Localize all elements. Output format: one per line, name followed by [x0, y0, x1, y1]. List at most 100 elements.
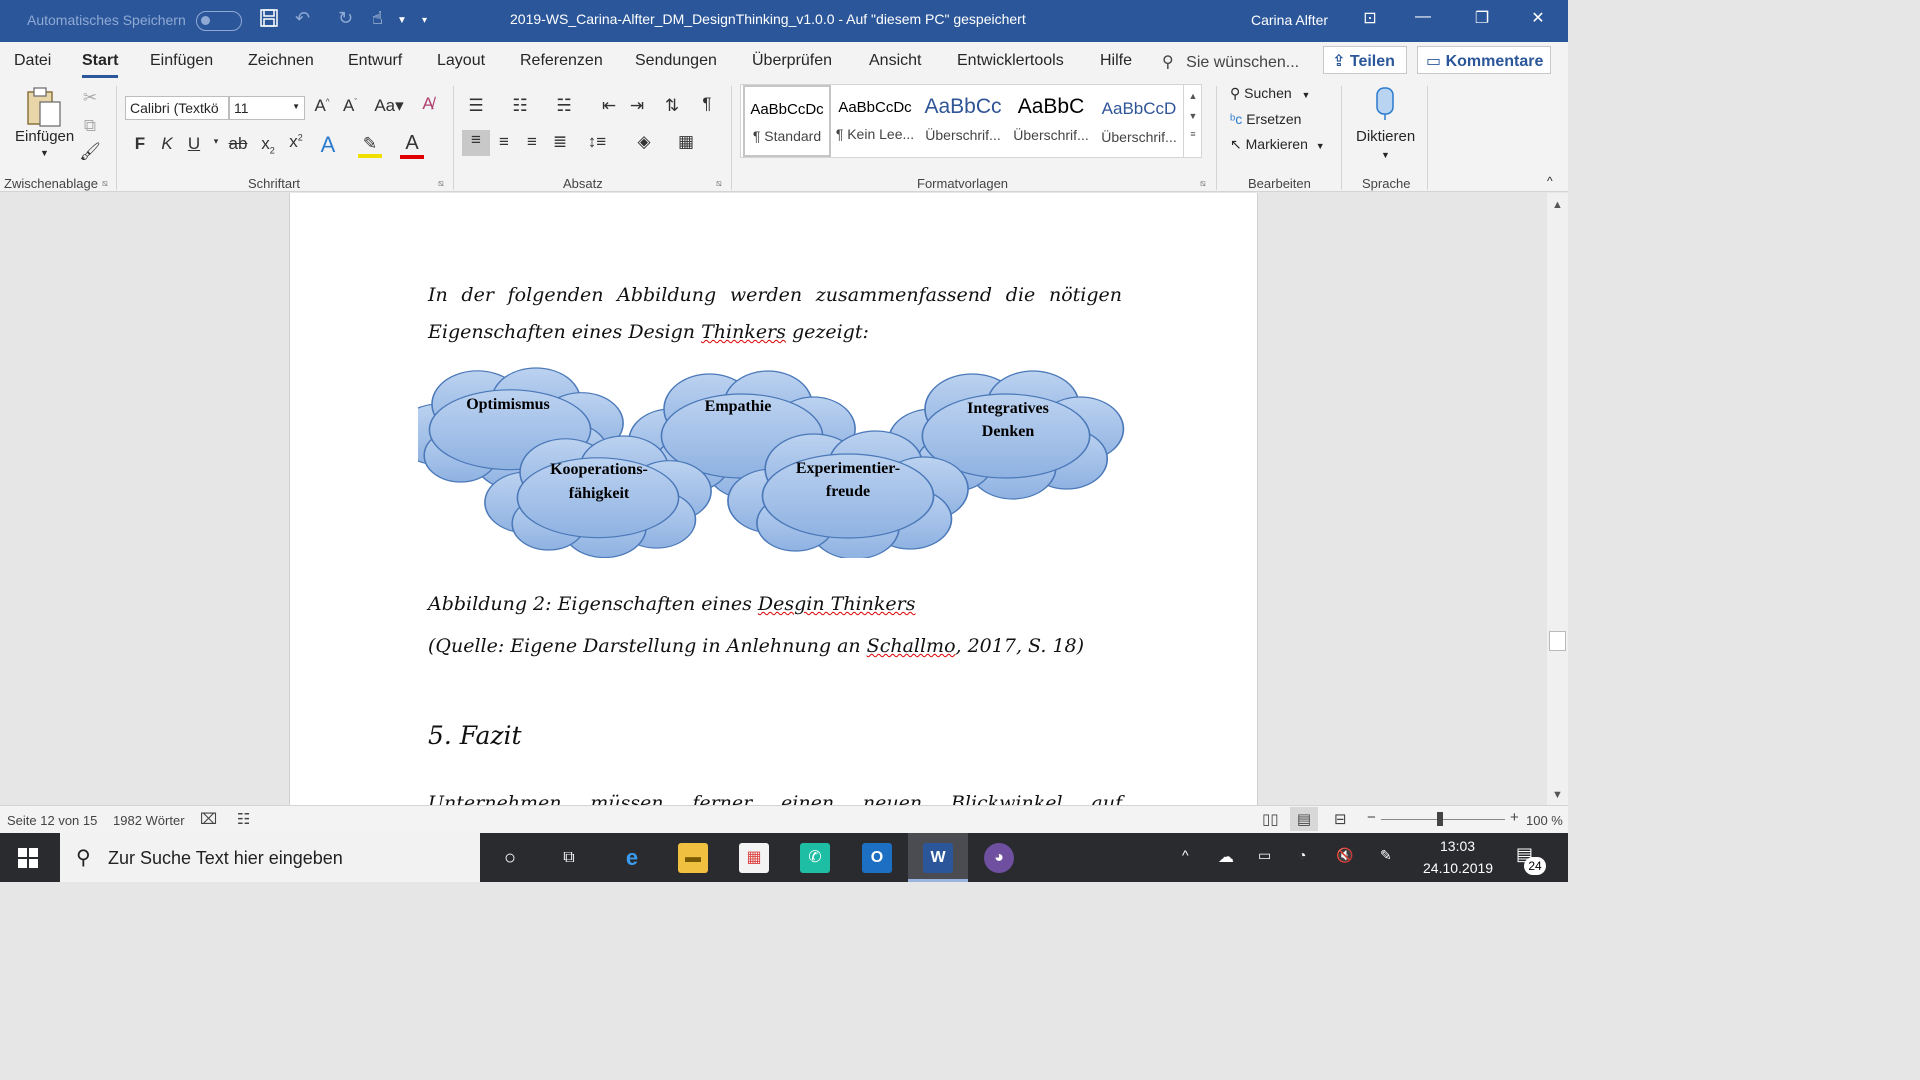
copy-icon[interactable]: ⧉	[78, 116, 102, 136]
touch-mode-dropdown-icon[interactable]: ▼	[397, 15, 407, 26]
volume-muted-icon[interactable]: 🔇	[1336, 847, 1353, 864]
cortana-icon[interactable]: ○	[495, 843, 525, 873]
tray-expand-icon[interactable]: ^	[1182, 847, 1189, 863]
tab-entwurf[interactable]: Entwurf	[348, 52, 402, 70]
ribbon-display-options-icon[interactable]: ⊡	[1350, 8, 1390, 28]
web-layout-icon[interactable]: ⊟	[1334, 810, 1347, 828]
replace-button[interactable]: ᵇc Ersetzen	[1230, 111, 1301, 127]
tab-einfuegen[interactable]: Einfügen	[150, 52, 213, 70]
windows-start-icon[interactable]	[18, 848, 38, 873]
spelling-error[interactable]: Desgin Thinkers	[758, 593, 916, 615]
spelling-error[interactable]: Schallmo	[867, 635, 956, 657]
align-left-icon[interactable]: ≡	[462, 130, 490, 156]
taskbar-word-active[interactable]: W	[908, 833, 968, 882]
font-launcher-icon[interactable]: ⧅	[438, 178, 444, 189]
highlight-icon[interactable]: ✎	[358, 134, 382, 158]
decrease-indent-icon[interactable]: ⇤	[597, 96, 621, 116]
style-heading-2[interactable]: AaBbC Überschrif...	[1007, 85, 1095, 157]
cut-icon[interactable]: ✂	[78, 88, 102, 108]
line-spacing-icon[interactable]: ↕≡	[585, 132, 609, 152]
tab-entwicklertools[interactable]: Entwicklertools	[957, 52, 1064, 70]
outlook-icon[interactable]: O	[862, 843, 892, 873]
clock-date[interactable]: 24.10.2019	[1423, 860, 1493, 876]
collapse-ribbon-icon[interactable]: ^	[1547, 174, 1553, 188]
word-count[interactable]: 1982 Wörter	[113, 813, 185, 828]
tab-zeichnen[interactable]: Zeichnen	[248, 52, 314, 70]
dictate-dropdown-icon[interactable]: ▼	[1381, 150, 1390, 160]
page-count[interactable]: Seite 12 von 15	[7, 813, 97, 828]
onedrive-icon[interactable]: ☁	[1218, 847, 1234, 867]
style-standard[interactable]: AaBbCcDc ¶ Standard	[743, 85, 831, 157]
zoom-in-icon[interactable]: +	[1510, 809, 1519, 826]
tell-me-search[interactable]: ⚲ Sie wünschen...	[1162, 52, 1299, 72]
tab-ueberpruefen[interactable]: Überprüfen	[752, 52, 832, 70]
save-icon[interactable]	[259, 8, 279, 33]
paste-label[interactable]: Einfügen	[15, 128, 74, 145]
share-button[interactable]: ⇪ Teilen	[1323, 46, 1407, 74]
font-size-box[interactable]: 11 ▼	[229, 96, 305, 120]
justify-icon[interactable]: ≣	[548, 132, 572, 152]
subscript-icon[interactable]: x2	[256, 134, 280, 155]
find-button[interactable]: ⚲ Suchen ▼	[1230, 85, 1310, 102]
text-effects-icon[interactable]: A	[316, 132, 340, 158]
tab-ansicht[interactable]: Ansicht	[869, 52, 921, 70]
font-color-icon[interactable]: A	[400, 132, 424, 159]
clear-formatting-icon[interactable]: A̸	[416, 94, 440, 114]
zoom-slider-thumb[interactable]	[1437, 812, 1443, 826]
microphone-icon[interactable]	[1372, 86, 1398, 127]
minimize-icon[interactable]: —	[1403, 8, 1443, 26]
file-explorer-icon[interactable]: ▬	[678, 843, 708, 873]
style-no-spacing[interactable]: AaBbCcDc ¶ Kein Lee...	[831, 85, 919, 157]
tab-datei[interactable]: Datei	[14, 52, 51, 70]
select-button[interactable]: ↖ Markieren ▼	[1230, 136, 1325, 153]
restore-icon[interactable]: ❐	[1462, 8, 1502, 28]
zoom-slider[interactable]	[1381, 819, 1505, 820]
tab-sendungen[interactable]: Sendungen	[635, 52, 717, 70]
track-changes-icon[interactable]: ☷	[237, 810, 250, 828]
vertical-scrollbar[interactable]: ▲ ▼	[1547, 193, 1568, 805]
clock-time[interactable]: 13:03	[1440, 838, 1475, 854]
clipboard-launcher-icon[interactable]: ⧅	[102, 178, 108, 189]
scroll-down-icon[interactable]: ▼	[1547, 789, 1568, 801]
proofing-icon[interactable]: ⌧	[200, 810, 217, 828]
bullets-icon[interactable]: ☰	[464, 96, 488, 116]
paragraph-launcher-icon[interactable]: ⧅	[716, 178, 722, 189]
underline-dropdown-icon[interactable]: ▾	[204, 136, 228, 147]
wifi-icon[interactable]: ◔	[1298, 847, 1306, 863]
store-icon[interactable]: ▦	[739, 843, 769, 873]
paste-icon[interactable]	[24, 86, 64, 130]
comments-button[interactable]: ▭ Kommentare	[1417, 46, 1551, 74]
format-painter-icon[interactable]: 🖌	[78, 142, 102, 162]
underline-icon[interactable]: U	[182, 134, 206, 154]
change-case-icon[interactable]: Aa▾	[372, 96, 406, 116]
task-view-icon[interactable]: ⧉	[554, 843, 584, 873]
align-center-icon[interactable]: ≡	[492, 132, 516, 152]
tab-referenzen[interactable]: Referenzen	[520, 52, 603, 70]
github-icon[interactable]: ◕	[984, 843, 1014, 873]
spelling-error[interactable]: Thinkers	[701, 321, 786, 343]
pen-icon[interactable]: ✎	[1380, 847, 1392, 864]
edge-icon[interactable]: e	[617, 843, 647, 873]
align-right-icon[interactable]: ≡	[520, 132, 544, 152]
close-icon[interactable]: ✕	[1518, 8, 1558, 28]
increase-indent-icon[interactable]: ⇥	[625, 96, 649, 116]
undo-icon[interactable]: ↶	[295, 8, 310, 29]
battery-icon[interactable]: ▭	[1258, 847, 1271, 864]
whatsapp-icon[interactable]: ✆	[800, 843, 830, 873]
tab-start[interactable]: Start	[82, 52, 119, 78]
show-formatting-icon[interactable]: ¶	[695, 94, 719, 114]
gallery-down-icon[interactable]: ▼	[1184, 111, 1202, 121]
autosave-toggle[interactable]	[196, 11, 242, 31]
gallery-more-icon[interactable]: ≡	[1184, 129, 1202, 139]
read-mode-icon[interactable]: ▯▯	[1262, 810, 1279, 828]
sort-icon[interactable]: ⇅	[660, 96, 684, 116]
shading-icon[interactable]: ◈	[632, 132, 656, 152]
grow-font-icon[interactable]: A^	[310, 96, 334, 116]
user-name[interactable]: Carina Alfter	[1251, 12, 1328, 28]
gallery-up-icon[interactable]: ▲	[1184, 91, 1202, 101]
font-name-box[interactable]: Calibri (Textkö	[125, 96, 229, 120]
touch-mode-icon[interactable]: ☝	[372, 8, 383, 29]
shrink-font-icon[interactable]: Aˇ	[338, 96, 362, 116]
scroll-up-icon[interactable]: ▲	[1547, 199, 1568, 211]
tab-layout[interactable]: Layout	[437, 52, 485, 70]
